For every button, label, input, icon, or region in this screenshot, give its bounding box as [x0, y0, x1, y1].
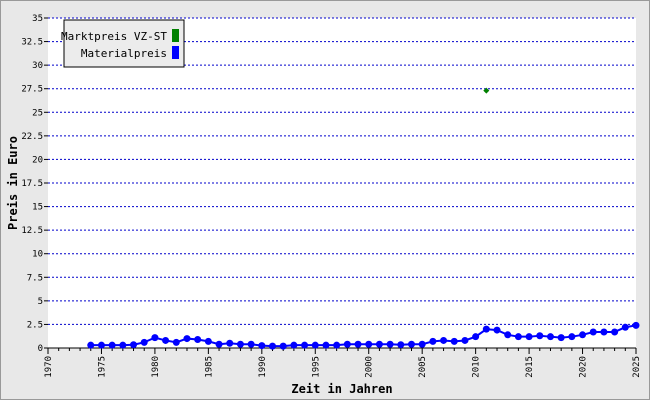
data-point [536, 332, 544, 340]
data-point [579, 331, 587, 339]
data-point [194, 336, 202, 344]
data-point [397, 341, 405, 349]
x-tick-label: 1990 [258, 356, 268, 378]
legend-swatch-marktpreis [172, 29, 179, 42]
data-point [269, 342, 277, 350]
data-point [365, 340, 373, 348]
data-point [172, 338, 180, 346]
y-tick-label: 30 [32, 61, 43, 71]
data-point [301, 341, 309, 349]
data-point [119, 341, 127, 349]
x-tick-label: 2025 [632, 356, 642, 378]
data-point [226, 339, 234, 347]
data-point [162, 336, 170, 344]
data-point [204, 337, 212, 345]
data-point [440, 336, 448, 344]
y-tick-label: 5 [38, 297, 43, 307]
data-point [311, 341, 319, 349]
y-tick-label: 27.5 [21, 85, 43, 95]
x-tick-label: 1980 [151, 356, 161, 378]
data-point [589, 328, 597, 336]
data-point [568, 333, 576, 341]
data-point [279, 342, 287, 350]
data-point [236, 340, 244, 348]
data-point [151, 334, 159, 342]
x-tick-label: 1985 [204, 356, 214, 378]
data-point [386, 340, 394, 348]
y-tick-label: 7.5 [27, 273, 43, 283]
data-point [493, 326, 501, 334]
data-point [97, 341, 105, 349]
y-tick-label: 2.5 [27, 320, 43, 330]
x-tick-label: 1995 [311, 356, 321, 378]
price-chart: 0 2.5 5 7.5 10 12.5 15 17.5 20 22.5 25 27.5 30 32.5 35… [0, 0, 650, 400]
data-point [375, 340, 383, 348]
legend-swatch-materialpreis [172, 46, 179, 59]
data-point [140, 338, 148, 346]
data-point [130, 341, 138, 349]
y-tick-label: 12.5 [21, 226, 43, 236]
y-tick-label: 22.5 [21, 132, 43, 142]
x-tick-label: 1975 [97, 356, 107, 378]
data-point [354, 340, 362, 348]
data-point [343, 340, 351, 348]
y-tick-label: 20 [32, 155, 43, 165]
x-axis-title: Zeit in Jahren [291, 382, 392, 396]
x-tick-label: 1970 [44, 356, 54, 378]
x-tick-label: 2010 [472, 356, 482, 378]
data-point [472, 333, 480, 341]
data-point [333, 341, 341, 349]
data-point [407, 340, 415, 348]
legend-label-materialpreis: Materialpreis [81, 47, 167, 60]
data-point [546, 333, 554, 341]
data-point [183, 335, 191, 343]
x-tick-label: 2000 [365, 356, 375, 378]
legend: Marktpreis VZ-ST Materialpreis [61, 19, 185, 68]
x-tick-label: 2020 [579, 356, 589, 378]
y-tick-label: 32.5 [21, 38, 43, 48]
y-tick-label: 0 [38, 344, 43, 354]
data-point [87, 341, 95, 349]
x-tick-label: 2005 [418, 356, 428, 378]
data-point [258, 342, 266, 350]
y-tick-label: 10 [32, 250, 43, 260]
data-point [504, 331, 512, 339]
data-point [450, 337, 458, 345]
y-tick-label: 25 [32, 108, 43, 118]
data-point [557, 334, 565, 342]
data-point [247, 340, 255, 348]
legend-label-marktpreis: Marktpreis VZ-ST [61, 30, 167, 43]
data-point [418, 340, 426, 348]
y-tick-label: 15 [32, 203, 43, 213]
data-point [322, 341, 330, 349]
data-point [525, 333, 533, 341]
data-point [290, 341, 298, 349]
data-point [621, 323, 629, 331]
data-point [215, 340, 223, 348]
data-point [429, 337, 437, 345]
data-point [108, 341, 116, 349]
data-point [611, 328, 619, 336]
data-point [600, 328, 608, 336]
x-tick-label: 2015 [525, 356, 535, 378]
y-tick-label: 17.5 [21, 179, 43, 189]
data-point [482, 325, 490, 333]
data-point [514, 333, 522, 341]
data-point [461, 336, 469, 344]
data-point [632, 321, 640, 329]
y-axis-title: Preis in Euro [6, 136, 20, 230]
y-tick-label: 35 [32, 14, 43, 24]
